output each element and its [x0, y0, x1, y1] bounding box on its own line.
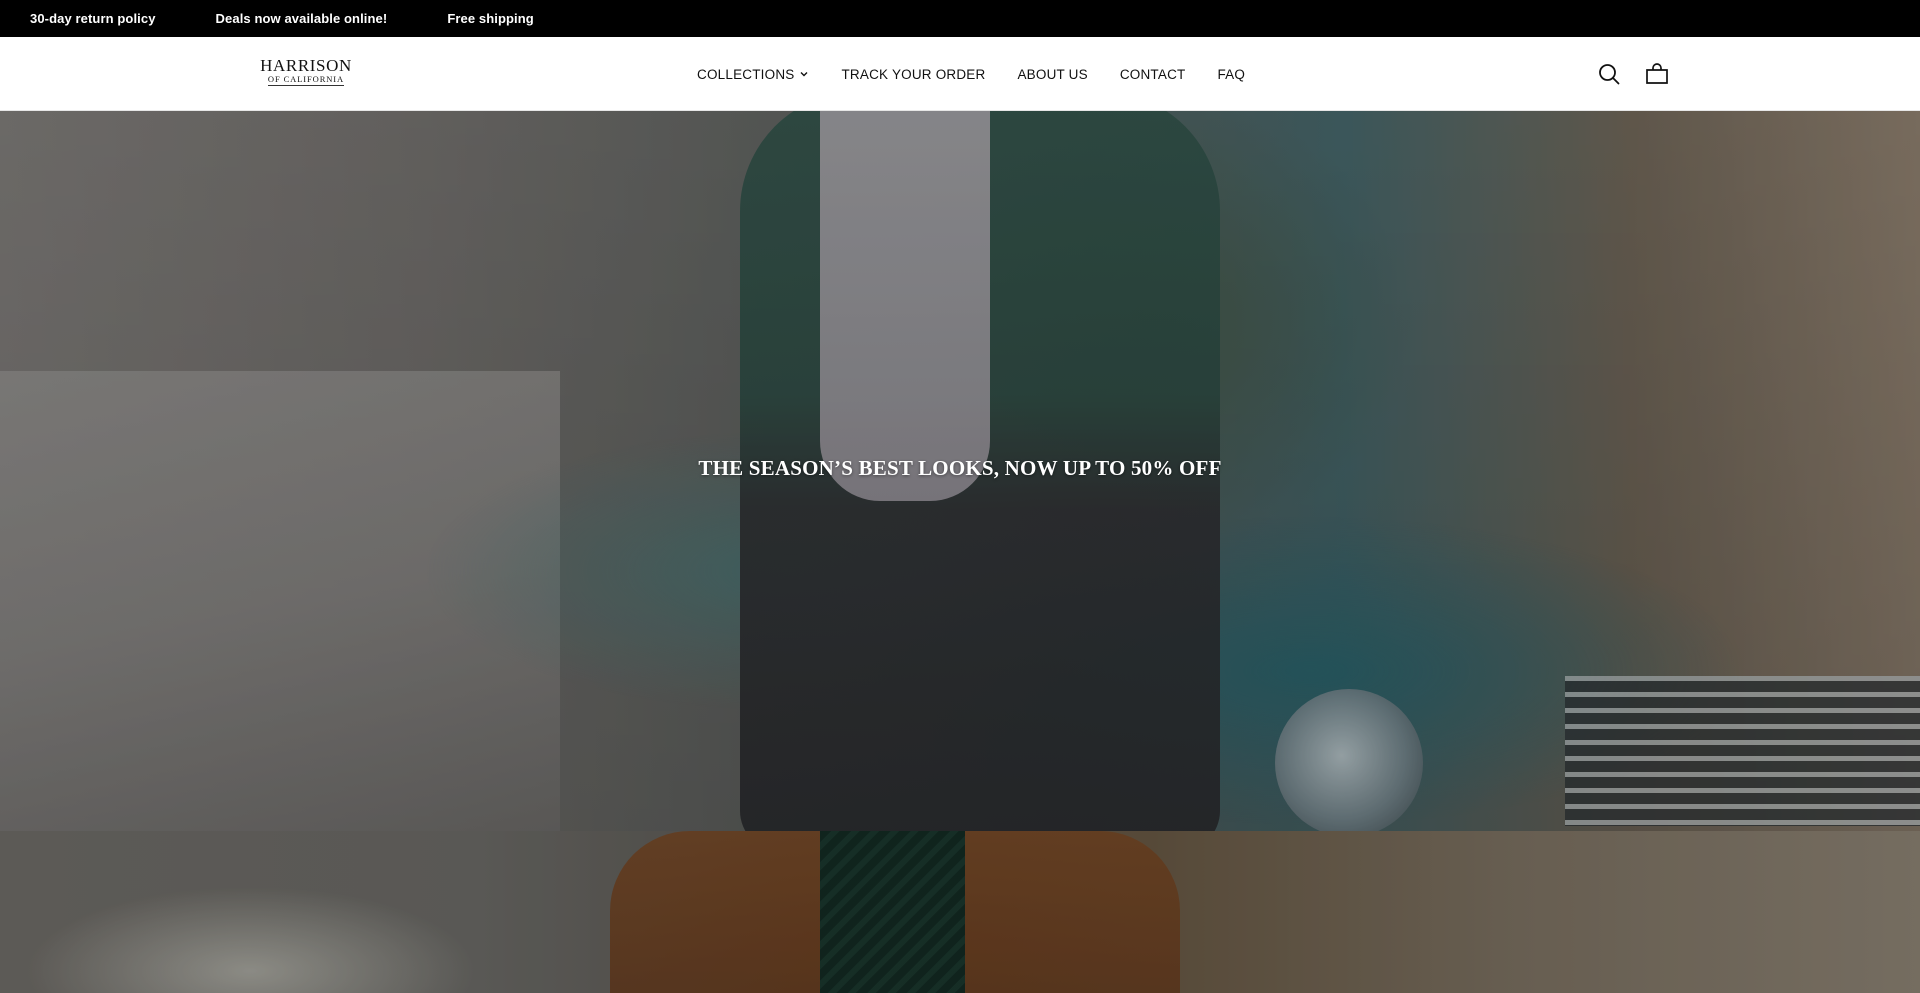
search-icon — [1599, 64, 1620, 85]
nav-track-order-label: TRACK YOUR ORDER — [841, 66, 986, 82]
nav-collections[interactable]: COLLECTIONS — [697, 67, 809, 82]
nav-collections-label: COLLECTIONS — [697, 66, 795, 82]
nav-track-order[interactable]: TRACK YOUR ORDER — [841, 67, 985, 82]
hero-title: THE SEASON’S BEST LOOKS, NOW UP TO 50% O… — [698, 456, 1222, 480]
announcement-free-shipping: Free shipping — [447, 11, 534, 26]
main-nav: COLLECTIONS TRACK YOUR ORDER ABOUT US CO… — [697, 37, 1245, 111]
nav-faq-label: FAQ — [1217, 66, 1246, 82]
nav-contact-label: CONTACT — [1119, 66, 1186, 82]
header-actions — [1597, 61, 1669, 87]
hero-banner[interactable]: THE SEASON’S BEST LOOKS, NOW UP TO 50% O… — [0, 111, 1920, 831]
announcement-return-policy: 30-day return policy — [30, 11, 156, 26]
chevron-down-icon — [800, 72, 808, 77]
secondary-hero-overlay — [0, 831, 1920, 993]
announcement-bar: 30-day return policy Deals now available… — [0, 0, 1920, 37]
nav-about-us[interactable]: ABOUT US — [1017, 67, 1087, 82]
nav-about-us-label: ABOUT US — [1017, 66, 1088, 82]
announcement-deals: Deals now available online! — [215, 11, 388, 26]
logo-wordmark: HARRISON — [260, 56, 352, 75]
search-button[interactable] — [1597, 61, 1621, 87]
nav-faq[interactable]: FAQ — [1217, 67, 1245, 82]
secondary-hero-banner[interactable] — [0, 831, 1920, 993]
brand-logo[interactable]: HARRISON OF CALIFORNIA — [256, 57, 356, 91]
site-header: HARRISON OF CALIFORNIA COLLECTIONS TRACK… — [0, 37, 1920, 111]
cart-button[interactable] — [1645, 61, 1669, 87]
nav-contact[interactable]: CONTACT — [1120, 67, 1186, 82]
shopping-bag-icon — [1646, 63, 1668, 84]
logo-subtitle: OF CALIFORNIA — [267, 74, 345, 86]
